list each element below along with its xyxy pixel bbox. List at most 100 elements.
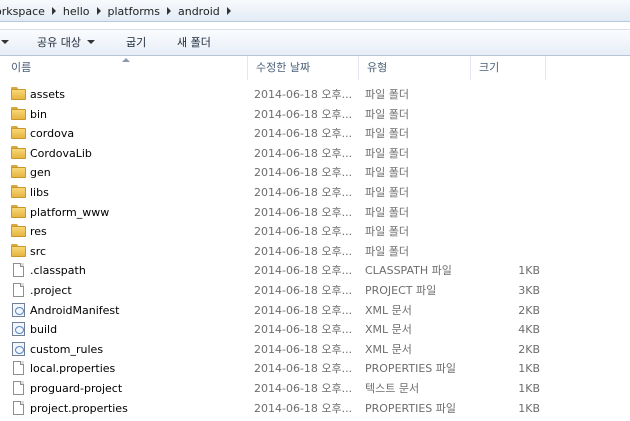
file-name: CordovaLib [30, 146, 92, 160]
file-type: 파일 폴더 [365, 185, 409, 199]
file-row[interactable]: cordova 2014-06-18 오후... 파일 폴더 [0, 124, 630, 144]
file-icon [11, 400, 27, 416]
column-header-type[interactable]: 유형 [359, 56, 471, 80]
chevron-right-icon[interactable] [226, 7, 231, 15]
breadcrumb-item-hello[interactable]: hello [60, 5, 93, 18]
breadcrumb: orkspace hello platforms android [0, 3, 235, 19]
file-name: bin [30, 107, 48, 121]
chevron-right-icon[interactable] [166, 7, 171, 15]
file-icon [11, 380, 27, 396]
file-name: AndroidManifest [30, 303, 120, 317]
xml-file-icon [11, 341, 27, 357]
file-size: 1KB [518, 264, 540, 278]
file-date: 2014-06-18 오후... [254, 283, 353, 297]
file-row[interactable]: src 2014-06-18 오후... 파일 폴더 [0, 242, 630, 262]
file-row[interactable]: proguard-project 2014-06-18 오후... 텍스트 문서 1K… [0, 379, 630, 399]
file-name: .classpath [30, 264, 86, 278]
share-with-label: 공유 대상 [37, 36, 81, 49]
file-date: 2014-06-18 오후... [254, 127, 353, 141]
file-type: 파일 폴더 [365, 88, 409, 101]
file-type: XML 문서 [365, 342, 412, 356]
chevron-right-icon[interactable] [96, 7, 101, 15]
share-with-button[interactable]: 공유 대상 [37, 35, 95, 51]
column-header-type-label: 유형 [367, 61, 388, 74]
breadcrumb-item-android[interactable]: android [175, 5, 223, 18]
breadcrumb-item-platforms[interactable]: platforms [105, 5, 163, 18]
column-header-name[interactable]: 이름 [3, 56, 248, 80]
file-name: local.properties [30, 362, 116, 376]
file-date: 2014-06-18 오후... [254, 185, 353, 199]
file-type: 파일 폴더 [365, 127, 409, 141]
file-type: 파일 폴더 [365, 166, 409, 180]
column-header-name-label: 이름 [11, 61, 32, 74]
organize-dropdown-icon[interactable] [1, 40, 9, 44]
file-type: CLASSPATH 파일 [365, 264, 452, 278]
chevron-right-icon[interactable] [51, 7, 56, 15]
file-row[interactable]: local.properties 2014-06-18 오후... PROPERTI… [0, 359, 630, 379]
file-type: 파일 폴더 [365, 107, 409, 121]
column-headers: 이름 수정한 날짜 유형 크기 [0, 56, 630, 80]
file-name: platform_www [30, 205, 110, 219]
file-name: proguard-project [30, 381, 123, 395]
new-folder-label: 새 폴더 [177, 36, 211, 49]
file-size: 1KB [518, 401, 540, 415]
file-row[interactable]: bin 2014-06-18 오후... 파일 폴더 [0, 105, 630, 125]
file-size: 3KB [518, 283, 540, 297]
file-size: 1KB [518, 381, 540, 395]
file-size: 2KB [518, 303, 540, 317]
folder-icon [11, 224, 27, 239]
file-row[interactable]: .project 2014-06-18 오후... PROJECT 파일 3KB [0, 281, 630, 301]
file-icon [11, 361, 27, 376]
file-icon [11, 282, 27, 298]
file-type: XML 문서 [365, 323, 412, 337]
file-size: 4KB [518, 323, 540, 337]
file-row[interactable]: assets 2014-06-18 오후... 파일 폴더 [0, 85, 630, 105]
file-row[interactable]: build 2014-06-18 오후... XML 문서 4KB [0, 320, 630, 340]
file-type: PROPERTIES 파일 [365, 362, 456, 376]
file-type: 파일 폴더 [365, 225, 409, 239]
file-list: assets 2014-06-18 오후... 파일 폴더 bin 2014-06-18… [0, 85, 630, 418]
file-row[interactable]: CordovaLib 2014-06-18 오후... 파일 폴더 [0, 144, 630, 164]
file-name: cordova [30, 127, 75, 141]
column-header-date[interactable]: 수정한 날짜 [248, 56, 359, 80]
file-name: .project [30, 283, 72, 297]
file-type: PROJECT 파일 [365, 283, 437, 297]
file-name: build [30, 323, 58, 337]
file-name: res [30, 225, 47, 239]
xml-file-icon [11, 322, 27, 337]
xml-file-icon [11, 302, 27, 318]
file-date: 2014-06-18 오후... [254, 146, 353, 160]
file-row[interactable]: gen 2014-06-18 오후... 파일 폴더 [0, 163, 630, 183]
file-row[interactable]: project.properties 2014-06-18 오후... PROPER… [0, 399, 630, 419]
breadcrumb-item-workspace[interactable]: orkspace [0, 5, 48, 18]
folder-icon [11, 106, 27, 122]
command-toolbar: 공유 대상 굽기 새 폴더 [0, 29, 630, 56]
file-name: custom_rules [30, 342, 104, 356]
folder-icon [11, 145, 27, 161]
burn-label: 굽기 [126, 36, 147, 49]
burn-button[interactable]: 굽기 [126, 35, 146, 51]
file-date: 2014-06-18 오후... [254, 342, 353, 356]
file-date: 2014-06-18 오후... [254, 401, 353, 415]
address-bar[interactable]: orkspace hello platforms android [0, 0, 630, 22]
file-row[interactable]: custom_rules 2014-06-18 오후... XML 문서 2KB [0, 340, 630, 360]
file-row[interactable]: AndroidManifest 2014-06-18 오후... XML 문서 2KB [0, 301, 630, 321]
chevron-down-icon [86, 40, 95, 44]
file-row[interactable]: .classpath 2014-06-18 오후... CLASSPATH 파일 1K… [0, 261, 630, 281]
file-row[interactable]: res 2014-06-18 오후... 파일 폴더 [0, 222, 630, 242]
file-type: 파일 폴더 [365, 146, 409, 160]
file-date: 2014-06-18 오후... [254, 88, 353, 101]
folder-icon [11, 184, 27, 200]
folder-icon [11, 204, 27, 220]
file-row[interactable]: platform_www 2014-06-18 오후... 파일 폴더 [0, 203, 630, 223]
file-date: 2014-06-18 오후... [254, 244, 353, 258]
file-type: 텍스트 문서 [365, 381, 420, 395]
new-folder-button[interactable]: 새 폴더 [177, 35, 211, 51]
file-date: 2014-06-18 오후... [254, 107, 353, 121]
folder-icon [11, 165, 27, 180]
file-date: 2014-06-18 오후... [254, 323, 353, 337]
column-header-date-label: 수정한 날짜 [256, 61, 311, 74]
file-type: XML 문서 [365, 303, 412, 317]
column-header-size[interactable]: 크기 [471, 56, 546, 80]
file-row[interactable]: libs 2014-06-18 오후... 파일 폴더 [0, 183, 630, 203]
